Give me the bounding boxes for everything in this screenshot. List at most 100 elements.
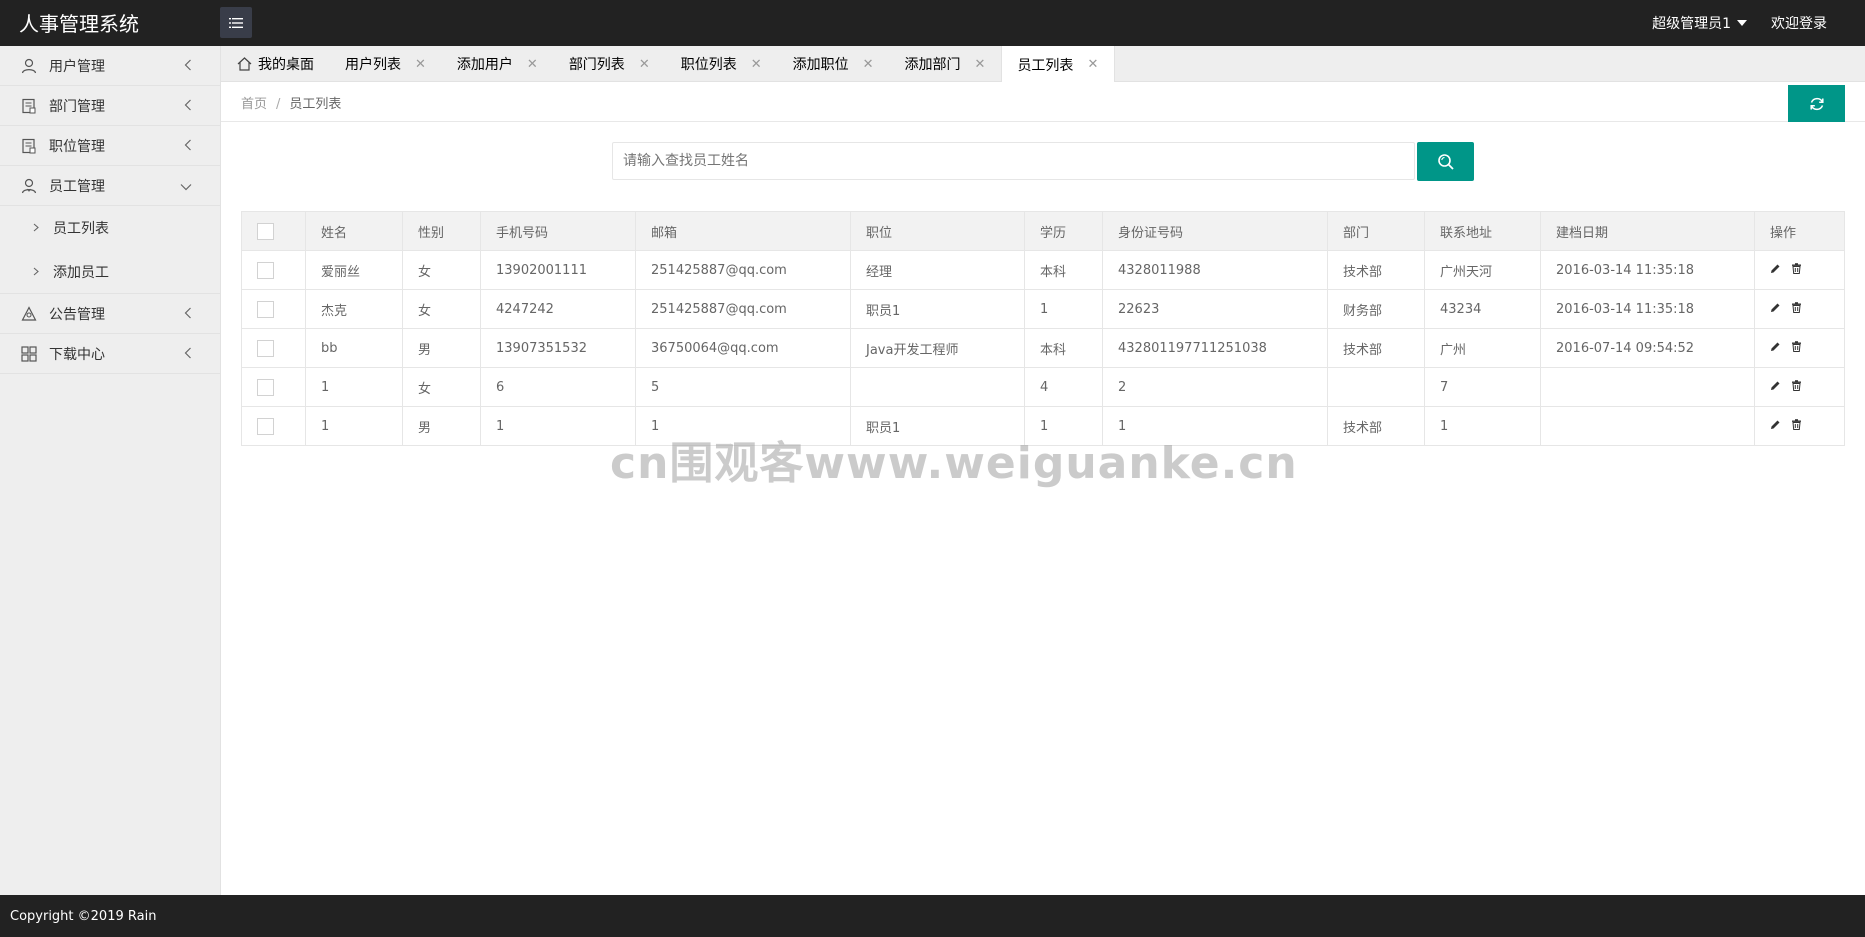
table-cell: 1: [1024, 406, 1103, 446]
sidebar-item-download[interactable]: 下载中心: [0, 334, 220, 374]
edit-icon[interactable]: [1770, 419, 1781, 430]
tab-add-position[interactable]: 添加职位 ✕: [778, 46, 890, 82]
table-row: 爱丽丝女 13902001111 251425887@qq.com 经理 本科 43280…: [241, 250, 1845, 290]
tab-department-list[interactable]: 部门列表 ✕: [554, 46, 666, 82]
table-cell: 1: [305, 406, 403, 446]
admin-dropdown[interactable]: 超级管理员1: [1652, 13, 1747, 33]
notice-icon: [20, 305, 37, 322]
close-icon[interactable]: ✕: [415, 57, 426, 72]
close-icon[interactable]: ✕: [975, 57, 986, 72]
delete-icon[interactable]: [1791, 262, 1802, 274]
sidebar-subitem-employee-list[interactable]: 员工列表: [0, 206, 220, 250]
table-cell: 本科: [1024, 250, 1103, 290]
table-cell: 1: [1102, 406, 1328, 446]
table-cell: 1: [480, 406, 636, 446]
tab-employee-list[interactable]: 员工列表 ✕: [1001, 46, 1116, 83]
table-cell: 技术部: [1327, 406, 1425, 446]
row-checkbox[interactable]: [257, 417, 274, 435]
tab-bar: 我的桌面 用户列表 ✕ 添加用户 ✕ 部门列表 ✕ 职位列表 ✕ 添加职位 ✕ …: [221, 46, 1865, 83]
column-header: 姓名: [305, 211, 403, 251]
breadcrumb-bar: 首页 / 员工列表: [221, 82, 1865, 122]
table-cell: 13907351532: [480, 328, 636, 368]
tab-user-list[interactable]: 用户列表 ✕: [330, 46, 442, 82]
delete-icon[interactable]: [1791, 340, 1802, 352]
table-cell: 技术部: [1327, 328, 1425, 368]
delete-icon[interactable]: [1791, 418, 1802, 430]
delete-icon[interactable]: [1791, 379, 1802, 391]
select-all-checkbox[interactable]: [257, 222, 274, 240]
tab-label: 添加职位: [792, 57, 849, 73]
sidebar-item-user[interactable]: 用户管理: [0, 46, 220, 86]
row-checkbox[interactable]: [257, 300, 274, 318]
sidebar-item-label: 部门管理: [49, 98, 105, 115]
table-cell: 251425887@qq.com: [635, 289, 851, 329]
menu-toggle-button[interactable]: [220, 7, 252, 38]
table-row: 杰克女 4247242 251425887@qq.com 职员1 1 22623 财务部 43…: [241, 289, 1845, 329]
copyright-text: Copyright ©2019 Rain: [10, 908, 157, 924]
grid-icon: [20, 345, 37, 362]
chevron-down-icon: [180, 179, 192, 195]
edit-icon[interactable]: [1770, 263, 1781, 274]
refresh-button[interactable]: [1788, 85, 1845, 122]
sidebar-item-label: 下载中心: [49, 346, 105, 363]
table-cell: bb: [305, 328, 403, 368]
table-cell: 男: [402, 406, 481, 446]
table-cell: 1: [1024, 289, 1103, 329]
user-icon: [20, 57, 37, 74]
search-button[interactable]: [1417, 142, 1474, 181]
chevron-left-icon: [184, 347, 192, 363]
row-checkbox[interactable]: [257, 339, 274, 357]
column-header: 联系地址: [1424, 211, 1541, 251]
row-select-cell: [241, 367, 306, 407]
tab-add-user[interactable]: 添加用户 ✕: [442, 46, 554, 82]
close-icon[interactable]: ✕: [1087, 57, 1098, 72]
tab-add-department[interactable]: 添加部门 ✕: [890, 46, 1002, 82]
delete-icon[interactable]: [1791, 301, 1802, 313]
row-select-cell: [241, 328, 306, 368]
tab-position-list[interactable]: 职位列表 ✕: [666, 46, 778, 82]
close-icon[interactable]: ✕: [751, 57, 762, 72]
sidebar-item-position[interactable]: 职位管理: [0, 126, 220, 166]
row-select-cell: [241, 406, 306, 446]
sidebar-item-notice[interactable]: 公告管理: [0, 294, 220, 334]
row-actions-cell: [1754, 328, 1845, 368]
breadcrumb-separator: /: [276, 97, 281, 112]
breadcrumb-home-link[interactable]: 首页: [241, 97, 267, 112]
close-icon[interactable]: ✕: [639, 57, 650, 72]
column-header: 邮箱: [635, 211, 851, 251]
table-cell: 广州天河: [1424, 250, 1541, 290]
tab-label: 用户列表: [345, 57, 401, 73]
table-cell: 女: [402, 289, 481, 329]
chevron-right-icon: [33, 264, 39, 280]
employee-icon: [20, 177, 37, 194]
sidebar-subitem-add-employee[interactable]: 添加员工: [0, 250, 220, 294]
table-cell: 1: [635, 406, 851, 446]
table-cell: 2016-07-14 09:54:52: [1540, 328, 1755, 368]
row-select-cell: [241, 250, 306, 290]
row-checkbox[interactable]: [257, 378, 274, 396]
edit-icon[interactable]: [1770, 380, 1781, 391]
chevron-left-icon: [184, 307, 192, 323]
column-header: 手机号码: [480, 211, 636, 251]
tab-label: 员工列表: [1017, 57, 1074, 74]
breadcrumb-current: 员工列表: [289, 97, 342, 112]
search-input[interactable]: [612, 142, 1415, 180]
edit-icon[interactable]: [1770, 302, 1781, 313]
table-cell: 女: [402, 250, 481, 290]
edit-icon[interactable]: [1770, 341, 1781, 352]
table-cell: 43234: [1424, 289, 1541, 329]
welcome-link[interactable]: 欢迎登录: [1771, 13, 1827, 33]
employee-table: 姓名 性别 手机号码 邮箱 职位 学历 身份证号码 部门 联系地址 建档日期 操…: [241, 211, 1845, 446]
refresh-icon: [1809, 97, 1824, 110]
close-icon[interactable]: ✕: [863, 57, 874, 72]
sidebar-item-label: 员工管理: [49, 178, 105, 195]
sidebar-item-employee[interactable]: 员工管理: [0, 166, 220, 206]
table-header-row: 姓名 性别 手机号码 邮箱 职位 学历 身份证号码 部门 联系地址 建档日期 操…: [241, 211, 1845, 251]
home-icon: [237, 57, 252, 71]
tab-my-desktop[interactable]: 我的桌面: [221, 46, 330, 82]
sidebar-item-department[interactable]: 部门管理: [0, 86, 220, 126]
close-icon[interactable]: ✕: [527, 57, 538, 72]
sidebar-item-label: 用户管理: [49, 58, 105, 75]
table-cell: 36750064@qq.com: [635, 328, 851, 368]
row-checkbox[interactable]: [257, 261, 274, 279]
